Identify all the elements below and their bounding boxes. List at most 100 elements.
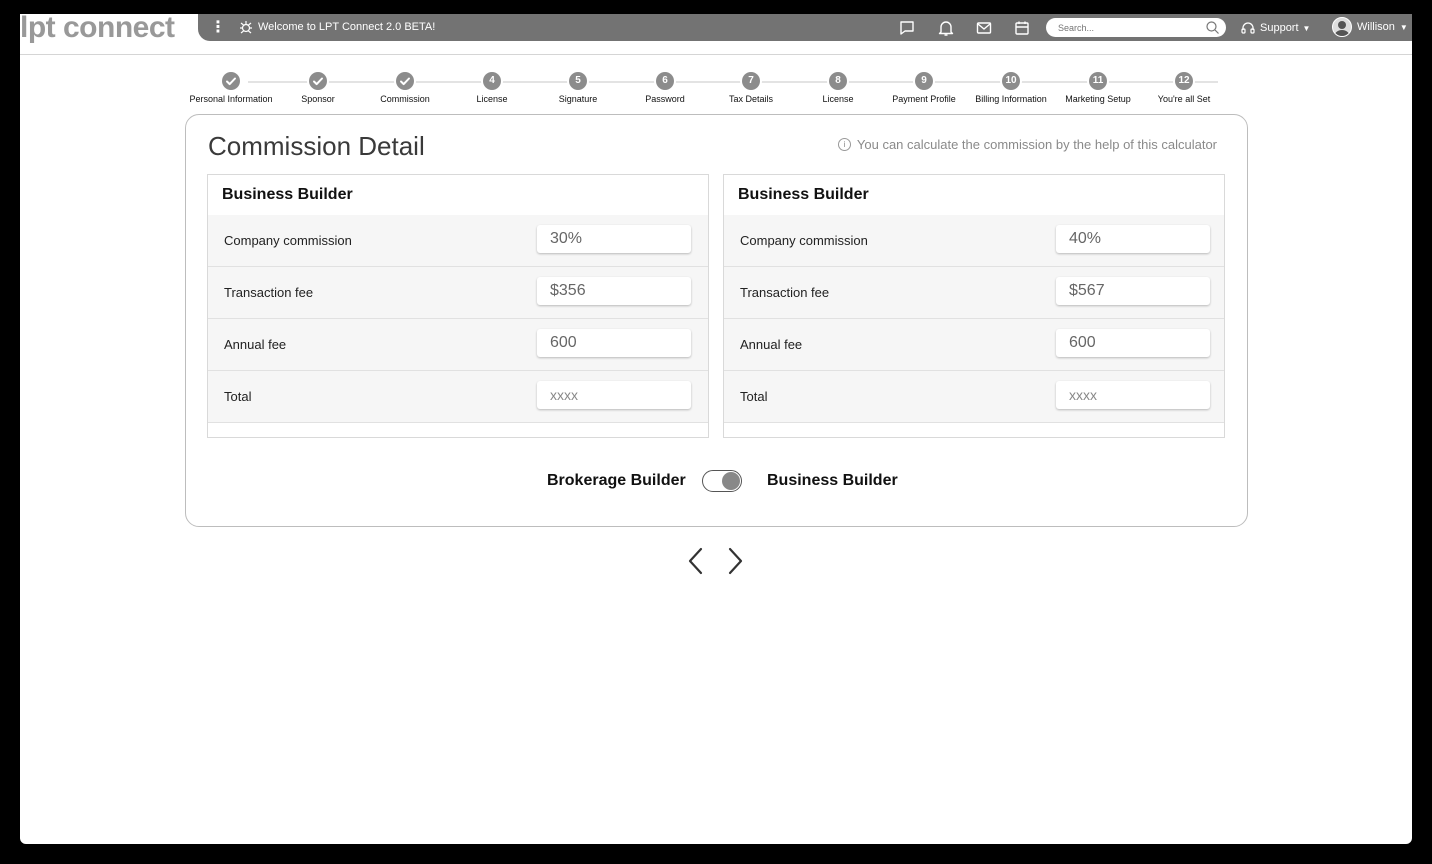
search-box[interactable] <box>1046 18 1226 37</box>
mail-icon[interactable] <box>975 19 993 37</box>
step-label: Payment Profile <box>892 94 956 104</box>
step-label: Personal Information <box>189 94 273 104</box>
step-label: Sponsor <box>301 94 335 104</box>
brokerage-builder-label[interactable]: Brokerage Builder <box>547 472 686 490</box>
panel-title: Business Builder <box>222 186 353 203</box>
step-number: 10 <box>1002 72 1020 90</box>
step-item[interactable]: 10 Billing Information <box>966 72 1056 104</box>
business-builder-label[interactable]: Business Builder <box>767 472 898 490</box>
table-row: Transaction fee <box>208 267 708 319</box>
step-number: 8 <box>829 72 847 90</box>
table-row: Company commission <box>724 215 1224 267</box>
chat-icon[interactable] <box>898 19 916 37</box>
support-menu[interactable]: Support ▼ <box>1240 20 1310 36</box>
builder-toggle-switch[interactable] <box>702 470 742 492</box>
step-item[interactable]: 4 License <box>447 72 537 104</box>
calculator-hint-text: You can calculate the commission by the … <box>856 137 1217 152</box>
step-label: License <box>476 94 508 104</box>
onboarding-stepper: Personal Information Sponsor Commission 4 Li… <box>189 72 1244 112</box>
step-label: Commission <box>380 94 430 104</box>
row-label: Company commission <box>224 233 352 248</box>
transaction-fee-input[interactable] <box>537 277 691 305</box>
calendar-icon[interactable] <box>1013 19 1031 37</box>
row-label: Total <box>740 389 768 404</box>
panel-title: Business Builder <box>738 186 869 203</box>
step-item[interactable]: Commission <box>360 72 450 104</box>
user-name: Willison <box>1357 21 1395 33</box>
row-label: Annual fee <box>740 337 803 352</box>
user-menu[interactable]: Willison ▼ <box>1332 17 1408 37</box>
step-item[interactable]: 12 You're all Set <box>1139 72 1229 104</box>
chevron-left-icon[interactable] <box>684 546 708 576</box>
step-item[interactable]: 5 Signature <box>533 72 623 104</box>
app-screen: lpt connect ⋮ Welcome to LPT Connect 2.0… <box>20 14 1412 844</box>
row-label: Total <box>224 389 252 404</box>
step-label: Marketing Setup <box>1065 94 1131 104</box>
step-item[interactable]: 6 Password <box>620 72 710 104</box>
page-title: Commission Detail <box>208 131 425 161</box>
step-number: 4 <box>483 72 501 90</box>
commission-panel-right: Business Builder Company commission Tran… <box>723 174 1225 438</box>
app-logo[interactable]: lpt connect <box>20 14 198 44</box>
table-row: Company commission <box>208 215 708 267</box>
chevron-down-icon: ▼ <box>1302 23 1311 33</box>
table-row: Total <box>208 371 708 423</box>
chevron-right-icon[interactable] <box>723 546 747 576</box>
step-label: Password <box>645 94 685 104</box>
step-item[interactable]: Sponsor <box>273 72 363 104</box>
step-label: You're all Set <box>1157 94 1211 104</box>
step-number: 7 <box>742 72 760 90</box>
bug-icon <box>240 21 252 34</box>
row-label: Transaction fee <box>224 285 314 300</box>
search-input[interactable] <box>1056 19 1200 37</box>
company-commission-input[interactable] <box>1056 225 1210 253</box>
step-item[interactable]: 8 License <box>793 72 883 104</box>
commission-panel-left: Business Builder Company commission Tran… <box>207 174 709 438</box>
builder-toggle-group: Brokerage Builder Business Builder <box>186 470 1247 494</box>
step-item[interactable]: Personal Information <box>186 72 276 104</box>
row-label: Annual fee <box>224 337 287 352</box>
step-item[interactable]: 9 Payment Profile <box>879 72 969 104</box>
step-item[interactable]: 7 Tax Details <box>706 72 796 104</box>
info-icon: i <box>837 138 851 151</box>
annual-fee-input[interactable] <box>537 329 691 357</box>
welcome-message: Welcome to LPT Connect 2.0 BETA! <box>258 21 436 33</box>
table-row: Transaction fee <box>724 267 1224 319</box>
company-commission-input[interactable] <box>537 225 691 253</box>
check-icon <box>396 72 414 90</box>
step-number: 6 <box>656 72 674 90</box>
table-row: Annual fee <box>724 319 1224 371</box>
search-icon[interactable] <box>1205 20 1220 35</box>
check-icon <box>222 72 240 90</box>
transaction-fee-input[interactable] <box>1056 277 1210 305</box>
row-label: Company commission <box>740 233 868 248</box>
commission-card: Commission Detail i You can calculate th… <box>185 114 1248 527</box>
bell-icon[interactable] <box>937 19 955 37</box>
calculator-hint: i You can calculate the commission by th… <box>837 137 1217 152</box>
avatar <box>1332 17 1352 37</box>
step-number: 12 <box>1175 72 1193 90</box>
table-row: Annual fee <box>208 319 708 371</box>
header-divider <box>20 54 1412 55</box>
step-label: Billing Information <box>975 94 1047 104</box>
check-icon <box>309 72 327 90</box>
annual-fee-input[interactable] <box>1056 329 1210 357</box>
step-label: License <box>822 94 854 104</box>
device-frame: lpt connect ⋮ Welcome to LPT Connect 2.0… <box>0 0 1432 864</box>
step-label: Signature <box>558 94 598 104</box>
table-row: Total <box>724 371 1224 423</box>
total-input[interactable] <box>1056 381 1210 409</box>
step-number: 5 <box>569 72 587 90</box>
step-label: Tax Details <box>728 94 773 104</box>
toggle-knob <box>722 472 740 490</box>
top-bar: ⋮ Welcome to LPT Connect 2.0 BETA! Searc… <box>198 14 1412 41</box>
more-menu-icon[interactable]: ⋮ <box>210 17 226 37</box>
step-number: 9 <box>915 72 933 90</box>
step-number: 11 <box>1089 72 1107 90</box>
support-label: Support <box>1260 22 1299 34</box>
headset-icon <box>1241 22 1255 34</box>
row-label: Transaction fee <box>740 285 830 300</box>
chevron-down-icon: ▼ <box>1399 22 1408 32</box>
step-item[interactable]: 11 Marketing Setup <box>1053 72 1143 104</box>
total-input[interactable] <box>537 381 691 409</box>
